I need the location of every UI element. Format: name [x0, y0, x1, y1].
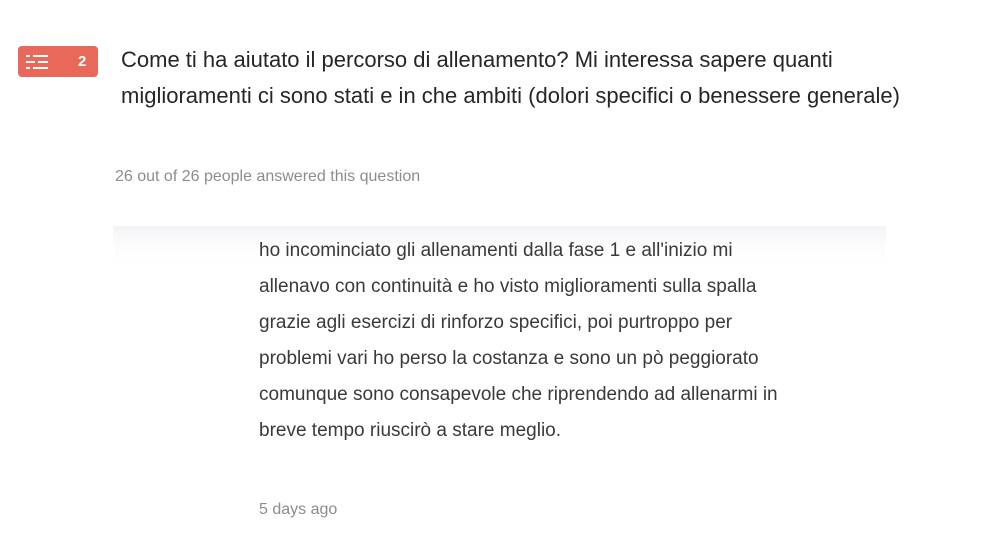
question-number: 2	[78, 53, 87, 70]
question-number-badge: 2	[18, 46, 98, 77]
question-title: Come ti ha aiutato il percorso di allena…	[121, 47, 900, 108]
survey-results-page: 2 Come ti ha aiutato il percorso di alle…	[0, 0, 1000, 560]
list-text-icon	[26, 54, 48, 69]
answer-text: ho incominciato gli allenamenti dalla fa…	[259, 240, 778, 441]
answer-timestamp: 5 days ago	[259, 501, 338, 518]
response-count: 26 out of 26 people answered this questi…	[115, 168, 421, 185]
